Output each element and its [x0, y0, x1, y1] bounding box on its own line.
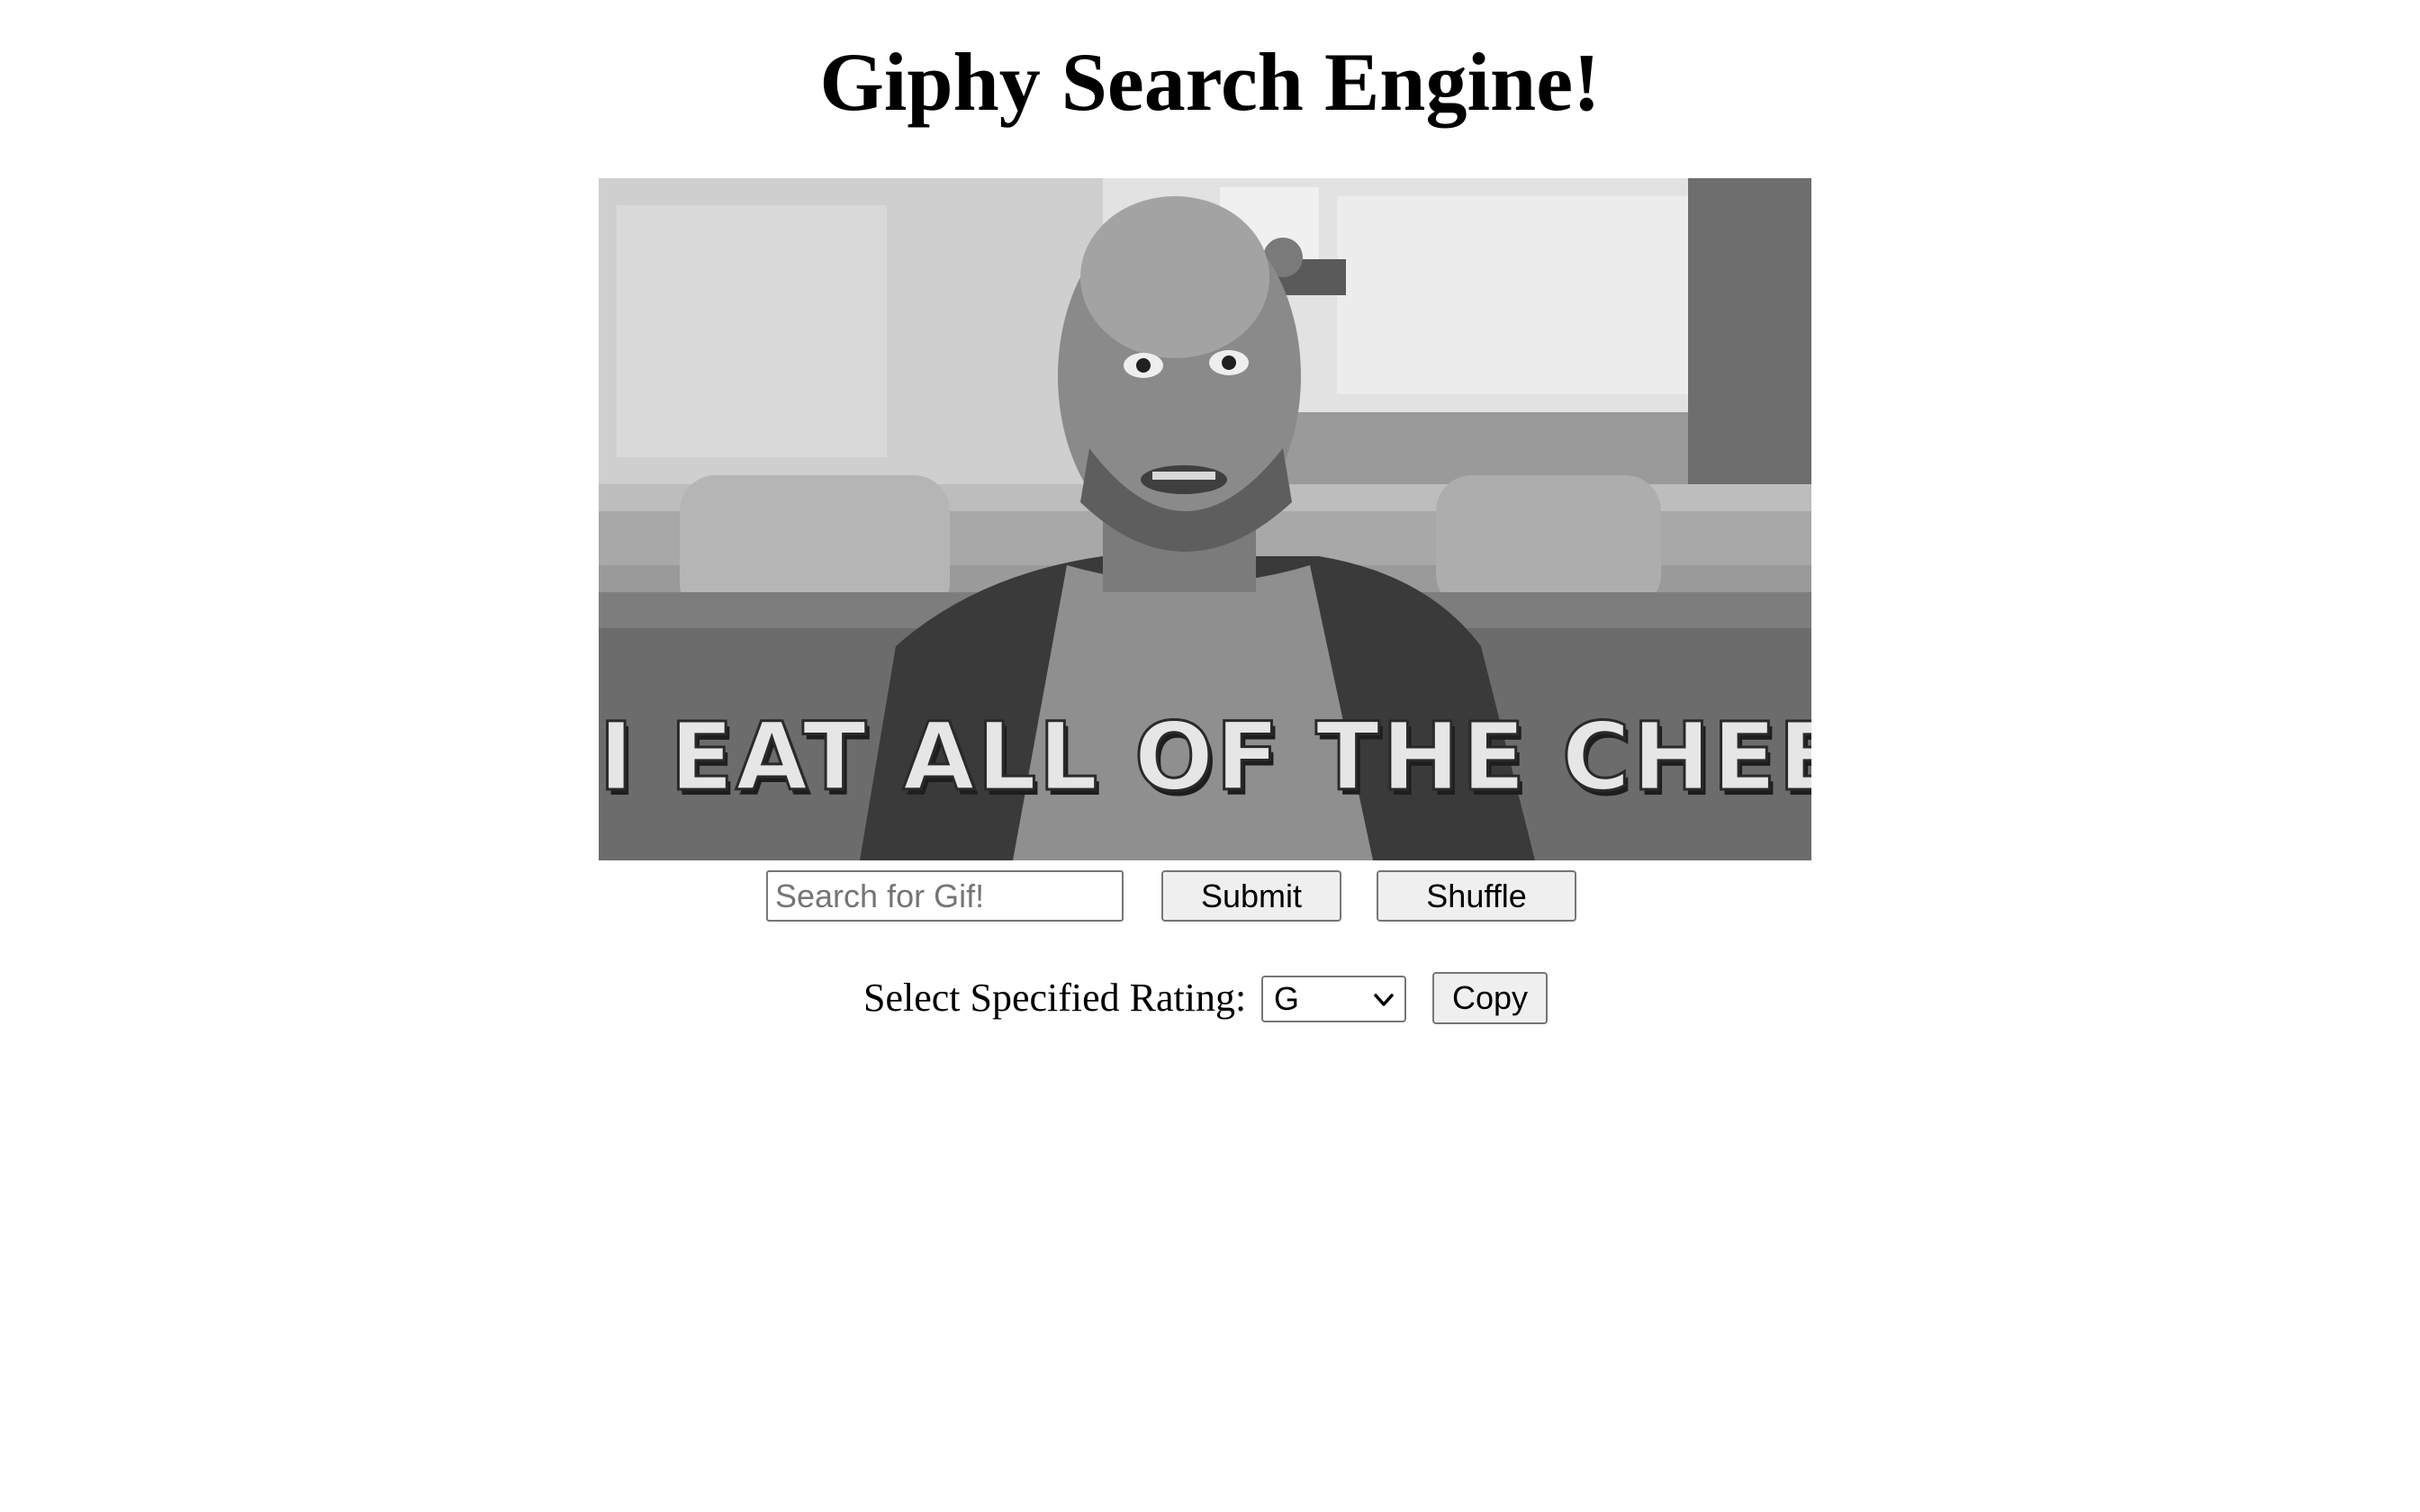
- gif-image: I EAT ALL OF THE CHEESE: [599, 178, 1811, 860]
- search-input[interactable]: [766, 870, 1124, 922]
- gif-caption: I EAT ALL OF THE CHEESE: [599, 702, 1811, 812]
- rating-selected-value: G: [1274, 980, 1300, 1017]
- copy-button[interactable]: Copy: [1432, 972, 1548, 1024]
- page-title: Giphy Search Engine!: [819, 36, 1601, 128]
- shuffle-button[interactable]: Shuffle: [1377, 870, 1576, 922]
- rating-label: Select Specified Rating:: [863, 976, 1247, 1020]
- chevron-down-icon: [1374, 994, 1394, 1006]
- rating-select[interactable]: G: [1261, 976, 1406, 1022]
- page: Giphy Search Engine! I EAT ALL OF THE CH…: [0, 0, 2420, 1512]
- submit-button[interactable]: Submit: [1161, 870, 1341, 922]
